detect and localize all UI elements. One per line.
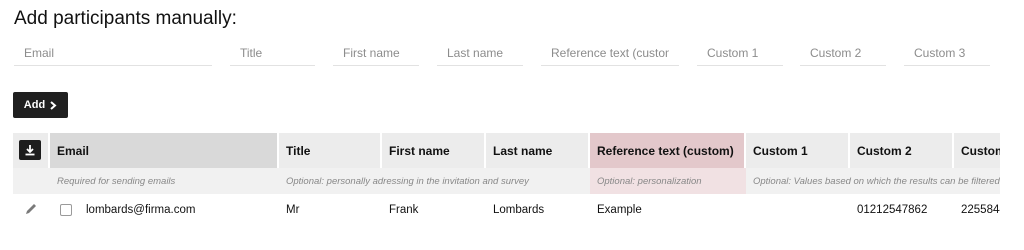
hint-reference: Optional: personalization (590, 168, 746, 194)
cell-custom3: 2255844 (961, 204, 1000, 216)
hint-cell-blank (13, 168, 50, 194)
hint-email: Required for sending emails (50, 168, 279, 194)
participant-input-row (0, 40, 1024, 70)
table-row: lombards@firma.com Mr Frank Lombards Exa… (13, 195, 1000, 225)
chevron-right-icon (50, 100, 57, 110)
column-header-custom2[interactable]: Custom 2 (850, 133, 954, 168)
cell-custom1 (746, 195, 850, 225)
column-header-reference[interactable]: Reference text (custom) (590, 133, 746, 168)
pencil-icon[interactable] (24, 202, 38, 216)
add-button-label: Add (23, 99, 46, 111)
title-field[interactable] (230, 40, 315, 66)
column-header-custom3[interactable]: Custom (954, 133, 1000, 168)
first-name-field[interactable] (333, 40, 419, 66)
cell-email: lombards@firma.com (86, 204, 196, 216)
hint-custom: Optional: Values based on which the resu… (746, 168, 1000, 194)
custom3-field[interactable] (904, 40, 990, 66)
cell-custom2: 01212547862 (857, 204, 928, 216)
download-button[interactable] (19, 140, 41, 160)
custom2-field[interactable] (800, 40, 886, 66)
last-name-field[interactable] (437, 40, 523, 66)
reference-text-field[interactable] (541, 40, 679, 66)
cell-title: Mr (286, 204, 300, 216)
page-title: Add participants manually: (14, 8, 237, 29)
custom1-field[interactable] (697, 40, 783, 66)
cell-reference: Example (597, 204, 642, 216)
participants-table: Email Title First name Last name Referen… (13, 133, 1000, 243)
table-header-row: Email Title First name Last name Referen… (13, 133, 1000, 168)
row-select-checkbox[interactable] (60, 204, 72, 216)
column-header-email[interactable]: Email (50, 133, 279, 168)
column-header-title[interactable]: Title (279, 133, 382, 168)
download-icon (25, 145, 35, 156)
email-field[interactable] (14, 40, 212, 66)
column-header-first-name[interactable]: First name (382, 133, 486, 168)
cell-first-name: Frank (389, 204, 419, 216)
column-header-last-name[interactable]: Last name (486, 133, 590, 168)
add-button[interactable]: Add (13, 92, 68, 118)
hint-title: Optional: personally adressing in the in… (279, 168, 590, 194)
cell-last-name: Lombards (493, 204, 545, 216)
table-hint-row: Required for sending emails Optional: pe… (13, 168, 1000, 194)
column-header-custom1[interactable]: Custom 1 (746, 133, 850, 168)
download-header-cell (13, 133, 50, 168)
